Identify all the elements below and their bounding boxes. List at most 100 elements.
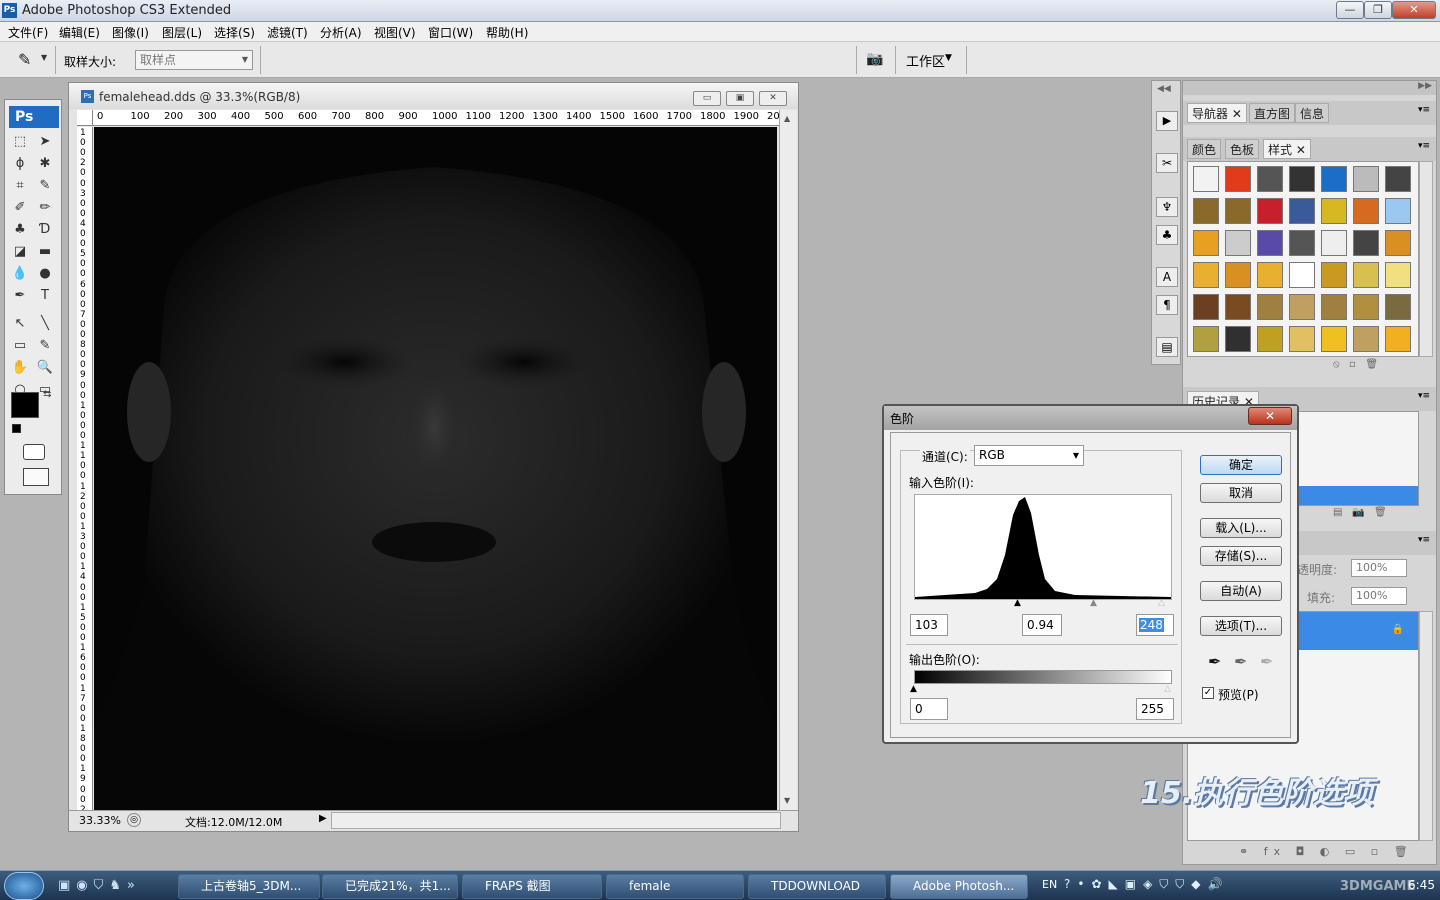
style-swatch[interactable] [1193, 230, 1219, 256]
menu-analysis[interactable]: 分析(A) [320, 24, 362, 41]
tool-icon[interactable]: ϕ [9, 154, 31, 174]
style-swatch[interactable] [1353, 198, 1379, 224]
zoom-level[interactable]: 33.33% [79, 814, 121, 827]
channel-select[interactable]: RGB ▼ [974, 445, 1084, 466]
character-panel-icon[interactable]: A [1156, 267, 1178, 287]
output-black-field[interactable]: 0 [910, 698, 948, 720]
style-swatch[interactable] [1225, 166, 1251, 192]
default-colors-icon[interactable] [12, 424, 21, 433]
tool-icon[interactable]: ● [34, 264, 56, 284]
menu-select[interactable]: 选择(S) [214, 24, 255, 41]
white-point-slider[interactable]: △ [1158, 598, 1165, 608]
horizontal-scrollbar[interactable] [331, 812, 781, 829]
foreground-color-swatch[interactable] [11, 392, 39, 418]
style-swatch[interactable] [1289, 326, 1315, 352]
style-swatch[interactable] [1321, 198, 1347, 224]
style-swatch[interactable] [1193, 294, 1219, 320]
layers-scrollbar[interactable] [1419, 611, 1433, 841]
style-swatch[interactable] [1385, 326, 1411, 352]
style-swatch[interactable] [1385, 294, 1411, 320]
style-swatch[interactable] [1385, 230, 1411, 256]
style-swatch[interactable] [1353, 230, 1379, 256]
tool-icon[interactable]: ✎ [34, 336, 56, 356]
scroll-down-icon[interactable]: ▼ [784, 796, 790, 805]
output-white-field[interactable]: 255 [1136, 698, 1174, 720]
eyedropper-icon[interactable]: ✎ [18, 50, 31, 69]
layer-comps-icon[interactable]: ▤ [1156, 337, 1178, 357]
menu-edit[interactable]: 编辑(E) [59, 24, 100, 41]
maximize-button[interactable]: ❐ [1364, 1, 1392, 19]
vertical-ruler[interactable]: 1002003004005006007008009001000110012001… [77, 127, 93, 810]
style-swatch[interactable] [1353, 294, 1379, 320]
output-white-slider[interactable]: △ [1164, 684, 1171, 694]
taskbar-item-3[interactable]: female [606, 874, 744, 899]
styles-footer-icons[interactable]: ⦸ ▫ 🗑 [1333, 359, 1378, 370]
tool-icon[interactable]: ✱ [34, 154, 56, 174]
input-slider-track[interactable]: ▲ ▲ △ [914, 598, 1172, 610]
sample-size-select[interactable]: 取样点 ▼ [135, 50, 253, 70]
panel-menu-icon[interactable]: ▾≡ [1418, 105, 1430, 115]
tool-icon[interactable]: ◪ [9, 242, 31, 262]
collapse-icon[interactable]: ◀◀ [1157, 84, 1171, 94]
vertical-scrollbar[interactable]: ▲ ▼ [779, 110, 797, 810]
styles-scrollbar[interactable] [1419, 161, 1433, 357]
tool-icon[interactable]: ✎ [34, 176, 56, 196]
style-swatch[interactable] [1225, 262, 1251, 288]
history-footer-icons[interactable]: ▤ 📷 🗑 [1333, 507, 1387, 518]
minimize-button[interactable]: — [1336, 1, 1364, 19]
tab-info[interactable]: 信息 [1295, 103, 1330, 123]
white-eyedropper-icon[interactable]: ✒ [1260, 652, 1273, 671]
tool-presets-icon[interactable]: ✂ [1156, 153, 1178, 173]
cancel-button[interactable]: 取消 [1200, 483, 1282, 503]
clone-source-icon[interactable]: ♣ [1156, 225, 1178, 245]
style-swatch[interactable] [1193, 262, 1219, 288]
style-swatch[interactable] [1257, 262, 1283, 288]
tool-icon[interactable]: 🔍 [34, 358, 56, 378]
doc-maximize-button[interactable]: ▣ [726, 91, 754, 106]
doc-close-button[interactable]: ✕ [759, 91, 787, 106]
brushes-icon[interactable]: ♆ [1156, 197, 1178, 217]
ok-button[interactable]: 确定 [1200, 455, 1282, 475]
tab-navigator[interactable]: 导航器 ✕ [1187, 103, 1247, 123]
input-white-field[interactable]: 248 [1136, 614, 1174, 636]
tool-icon[interactable]: ✒ [9, 286, 31, 306]
tool-icon[interactable]: ♣ [9, 220, 31, 240]
start-button[interactable] [4, 872, 44, 900]
style-swatch[interactable] [1193, 166, 1219, 192]
taskbar-item-1[interactable]: 已完成21%，共1... [322, 874, 458, 899]
screen-mode-icon[interactable] [23, 468, 49, 486]
tool-icon[interactable]: ↖ [9, 314, 31, 334]
menu-help[interactable]: 帮助(H) [486, 24, 528, 41]
tab-color[interactable]: 颜色 [1187, 139, 1222, 159]
menu-window[interactable]: 窗口(W) [428, 24, 473, 41]
taskbar-item-4[interactable]: TDDOWNLOAD [748, 874, 886, 899]
panel-menu-icon[interactable]: ▾≡ [1418, 391, 1430, 401]
style-swatch[interactable] [1321, 166, 1347, 192]
menu-view[interactable]: 视图(V) [374, 24, 416, 41]
tool-icon[interactable]: T [34, 286, 56, 306]
black-point-slider[interactable]: ▲ [1014, 598, 1021, 608]
expand-icon[interactable]: ▶▶ [1418, 81, 1432, 91]
style-swatch[interactable] [1225, 198, 1251, 224]
panel-menu-icon[interactable]: ▾≡ [1418, 535, 1430, 545]
scroll-up-icon[interactable]: ▲ [784, 114, 790, 123]
style-swatch[interactable] [1289, 294, 1315, 320]
input-gamma-field[interactable]: 0.94 [1022, 614, 1062, 636]
options-button[interactable]: 选项(T)... [1200, 616, 1282, 636]
actions-panel-icon[interactable]: ▶ [1156, 111, 1178, 131]
tool-icon[interactable]: ⌗ [9, 176, 31, 196]
dialog-close-button[interactable]: ✕ [1248, 407, 1292, 425]
gray-eyedropper-icon[interactable]: ✒ [1234, 652, 1247, 671]
layers-footer-icons[interactable]: ⚭ fx ◘ ◐ ▭ ▫ 🗑 [1239, 845, 1414, 858]
tool-icon[interactable]: ✏ [34, 198, 56, 218]
ruler-origin[interactable] [77, 110, 93, 126]
style-swatch[interactable] [1257, 326, 1283, 352]
style-swatch[interactable] [1321, 262, 1347, 288]
style-swatch[interactable] [1257, 230, 1283, 256]
status-menu-icon[interactable]: ◎ [127, 813, 141, 827]
chevron-down-icon[interactable]: ▼ [945, 53, 952, 63]
menu-filter[interactable]: 滤镜(T) [267, 24, 308, 41]
taskbar-item-2[interactable]: FRAPS 截图 [462, 874, 602, 899]
tab-styles[interactable]: 样式 ✕ [1263, 139, 1311, 159]
tool-icon[interactable]: Ɗ [34, 220, 56, 240]
